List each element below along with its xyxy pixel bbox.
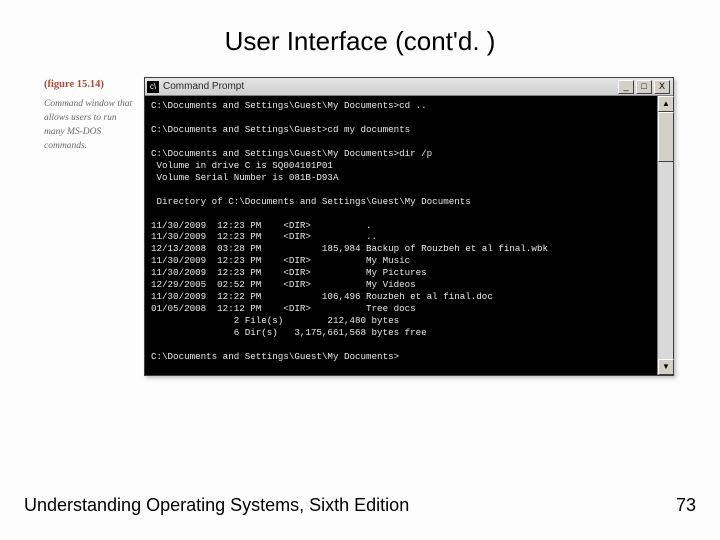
figure-number: (figure 15.14) <box>44 77 138 92</box>
scrollbar-thumb[interactable] <box>658 112 674 162</box>
command-prompt-window: c\ Command Prompt _ □ X C:\Documents and… <box>144 77 674 376</box>
footer-text: Understanding Operating Systems, Sixth E… <box>24 495 409 516</box>
scroll-up-button[interactable]: ▲ <box>658 96 674 112</box>
vertical-scrollbar[interactable]: ▲ ▼ <box>657 96 673 375</box>
window-titlebar[interactable]: c\ Command Prompt _ □ X <box>145 78 673 96</box>
window-title: Command Prompt <box>163 81 616 92</box>
terminal-output[interactable]: C:\Documents and Settings\Guest\My Docum… <box>145 96 657 375</box>
slide-title: User Interface (cont'd. ) <box>0 0 720 77</box>
maximize-button[interactable]: □ <box>636 80 652 94</box>
app-icon: c\ <box>147 81 159 93</box>
page-number: 73 <box>676 495 696 516</box>
figure-row: (figure 15.14) Command window that allow… <box>0 77 720 376</box>
figure-caption: (figure 15.14) Command window that allow… <box>44 77 144 153</box>
minimize-button[interactable]: _ <box>618 80 634 94</box>
close-button[interactable]: X <box>654 80 670 94</box>
figure-caption-text: Command window that allows users to run … <box>44 99 132 150</box>
scroll-down-button[interactable]: ▼ <box>658 359 674 375</box>
slide-footer: Understanding Operating Systems, Sixth E… <box>24 495 696 516</box>
terminal-area: C:\Documents and Settings\Guest\My Docum… <box>145 96 673 375</box>
